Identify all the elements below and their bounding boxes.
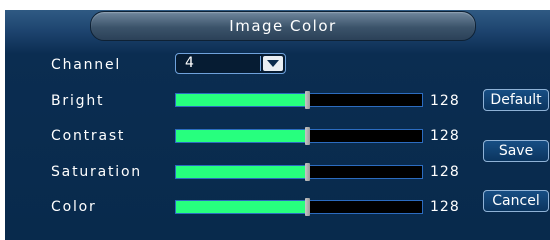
saturation-value: 128 bbox=[430, 164, 460, 180]
channel-select-value: 4 bbox=[185, 55, 194, 71]
color-slider-thumb[interactable] bbox=[305, 198, 310, 216]
cancel-button[interactable]: Cancel bbox=[483, 190, 549, 212]
channel-label: Channel bbox=[51, 57, 122, 73]
saturation-label: Saturation bbox=[51, 164, 142, 180]
saturation-slider[interactable] bbox=[175, 163, 423, 181]
saturation-slider-thumb[interactable] bbox=[305, 163, 310, 181]
panel-title: Image Color bbox=[90, 11, 476, 41]
color-label: Color bbox=[51, 199, 97, 215]
channel-select-divider bbox=[260, 56, 261, 71]
panel-title-text: Image Color bbox=[229, 17, 337, 35]
bright-value: 128 bbox=[430, 93, 460, 109]
chevron-down-icon[interactable] bbox=[263, 56, 283, 71]
contrast-label: Contrast bbox=[51, 128, 126, 144]
contrast-value: 128 bbox=[430, 128, 460, 144]
contrast-slider-thumb[interactable] bbox=[305, 127, 310, 145]
bright-slider[interactable] bbox=[175, 91, 423, 109]
color-slider-fill bbox=[176, 201, 306, 213]
save-button[interactable]: Save bbox=[483, 140, 549, 162]
saturation-slider-fill bbox=[176, 166, 306, 178]
color-slider[interactable] bbox=[175, 198, 423, 216]
contrast-slider-fill bbox=[176, 130, 306, 142]
bright-slider-thumb[interactable] bbox=[305, 91, 310, 109]
default-button[interactable]: Default bbox=[483, 89, 549, 111]
bright-slider-fill bbox=[176, 94, 306, 106]
channel-select[interactable]: 4 bbox=[175, 53, 286, 74]
bright-label: Bright bbox=[51, 93, 105, 109]
contrast-slider[interactable] bbox=[175, 127, 423, 145]
color-value: 128 bbox=[430, 199, 460, 215]
